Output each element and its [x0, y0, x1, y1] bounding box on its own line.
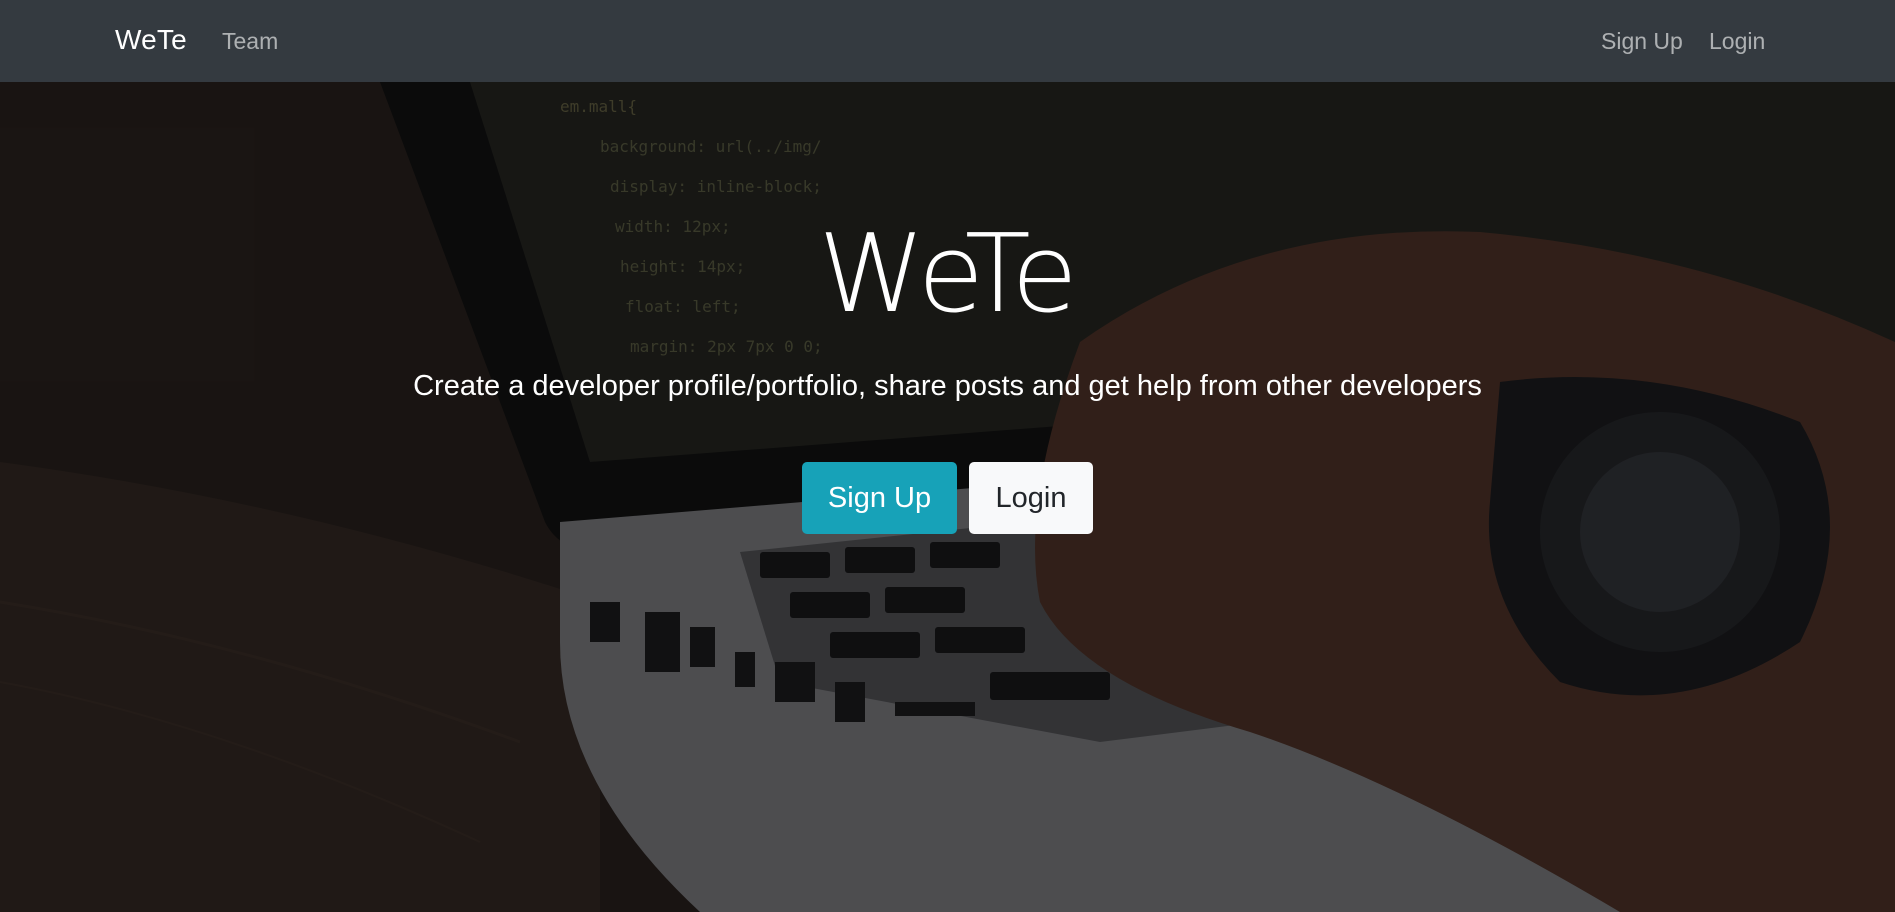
- login-button[interactable]: Login: [969, 462, 1093, 534]
- nav-signup-link[interactable]: Sign Up: [1601, 28, 1683, 55]
- brand-logo-link[interactable]: WeTe: [115, 24, 187, 56]
- hero-content: WeTe Create a developer profile/portfoli…: [0, 82, 1895, 912]
- hero-section: em.mall{ background: url(../img/ display…: [0, 82, 1895, 912]
- top-navbar: WeTe Team Sign Up Login: [0, 0, 1895, 82]
- landing-page: WeTe Team Sign Up Login em.mall{ backgro…: [0, 0, 1895, 912]
- hero-lead-text: Create a developer profile/portfolio, sh…: [413, 370, 1482, 402]
- signup-button[interactable]: Sign Up: [802, 462, 957, 534]
- nav-team-link[interactable]: Team: [222, 28, 278, 55]
- nav-login-link[interactable]: Login: [1709, 28, 1765, 55]
- hero-title: WeTe: [818, 212, 1078, 337]
